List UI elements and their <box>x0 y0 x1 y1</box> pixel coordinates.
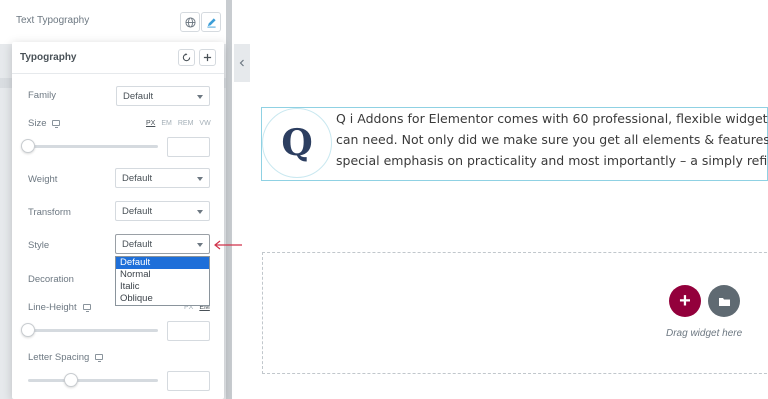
panel-section-header: Text Typography <box>0 0 232 44</box>
decoration-label: Decoration <box>28 274 74 285</box>
style-select-value: Default <box>122 239 153 250</box>
style-option-normal[interactable]: Normal <box>116 269 209 281</box>
chevron-down-icon <box>197 210 203 214</box>
transform-label: Transform <box>28 207 71 218</box>
plus-icon: + <box>679 289 691 312</box>
widget-text: Q i Addons for Elementor comes with 60 p… <box>336 108 768 171</box>
style-select[interactable]: Default <box>115 234 210 254</box>
family-label: Family <box>28 90 56 101</box>
size-slider-handle[interactable] <box>21 139 35 153</box>
family-select-value: Default <box>123 91 154 102</box>
size-unit-em[interactable]: EM <box>161 120 172 127</box>
weight-label: Weight <box>28 174 58 185</box>
line-height-slider-track[interactable] <box>28 329 158 332</box>
size-unit-rem[interactable]: REM <box>178 120 194 127</box>
popover-header: Typography <box>12 42 224 74</box>
size-unit-px[interactable]: PX <box>146 120 155 127</box>
letter-spacing-input[interactable] <box>167 371 210 391</box>
size-unit-vw[interactable]: VW <box>199 120 210 127</box>
size-label-text: Size <box>28 118 47 129</box>
size-label: Size <box>28 118 61 129</box>
style-option-oblique[interactable]: Oblique <box>116 293 209 305</box>
add-section-button[interactable]: + <box>669 285 701 317</box>
drag-widget-label: Drag widget here <box>666 328 743 339</box>
add-template-button[interactable] <box>708 285 740 317</box>
plus-icon <box>203 53 212 62</box>
size-units: PX EM REM VW <box>146 120 211 127</box>
monitor-icon[interactable] <box>95 354 104 363</box>
letter-spacing-slider-handle[interactable] <box>64 373 78 387</box>
letter-spacing-label-text: Letter Spacing <box>28 352 90 363</box>
text-line: can need. Not only did we make sure you … <box>336 132 768 147</box>
line-height-slider-handle[interactable] <box>21 323 35 337</box>
panel-scrollbar[interactable] <box>226 0 232 399</box>
text-line: Q i Addons for Elementor comes with 60 p… <box>336 111 768 126</box>
text-line: special emphasis on practicality and mos… <box>336 153 768 168</box>
style-option-italic[interactable]: Italic <box>116 281 209 293</box>
section-label: Text Typography <box>16 15 90 26</box>
global-settings-button[interactable] <box>180 12 200 32</box>
size-slider-track[interactable] <box>28 145 158 148</box>
size-input[interactable] <box>167 137 210 157</box>
chevron-down-icon <box>197 243 203 247</box>
letter-spacing-slider-track[interactable] <box>28 379 158 382</box>
family-select[interactable]: Default <box>116 86 210 106</box>
reset-button[interactable] <box>178 49 195 66</box>
collapse-panel-handle[interactable] <box>234 44 250 82</box>
line-height-input[interactable] <box>167 321 210 341</box>
style-label: Style <box>28 240 50 251</box>
chevron-down-icon <box>197 177 203 181</box>
add-button[interactable] <box>199 49 216 66</box>
style-option-default[interactable]: Default <box>116 257 209 269</box>
reset-icon <box>182 53 191 62</box>
letter-spacing-label: Letter Spacing <box>28 352 104 363</box>
chevron-down-icon <box>197 95 203 99</box>
monitor-icon[interactable] <box>82 304 91 313</box>
globe-icon <box>184 16 196 28</box>
line-height-label: Line-Height <box>28 302 91 313</box>
pointer-arrow-icon <box>214 240 242 250</box>
style-dropdown-list: Default Normal Italic Oblique <box>115 256 210 306</box>
monitor-icon[interactable] <box>52 120 61 129</box>
transform-select[interactable]: Default <box>115 201 210 221</box>
weight-select-value: Default <box>122 173 153 184</box>
folder-icon <box>718 297 730 306</box>
brand-logo: Q <box>262 108 332 178</box>
pencil-icon <box>206 17 216 28</box>
transform-select-value: Default <box>122 206 153 217</box>
line-height-label-text: Line-Height <box>28 302 77 313</box>
edit-typography-button[interactable] <box>201 12 221 32</box>
weight-select[interactable]: Default <box>115 168 210 188</box>
chevron-left-icon <box>239 59 244 67</box>
popover-title: Typography <box>20 52 77 63</box>
